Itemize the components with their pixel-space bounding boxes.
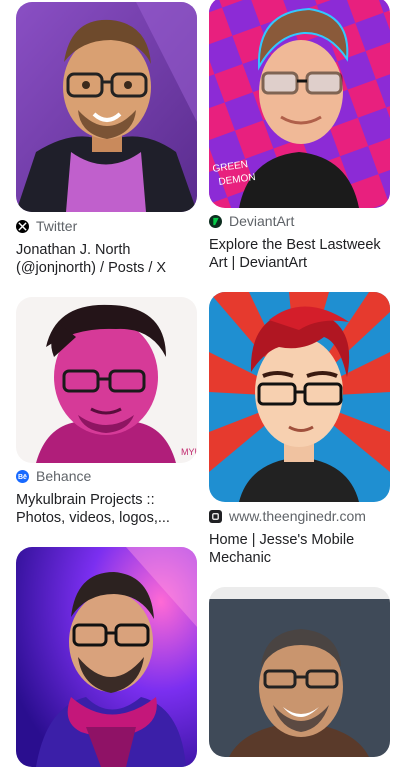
result-title-line: Explore the Best Lastweek (209, 237, 381, 253)
result-source-name: Twitter (36, 218, 78, 234)
result-thumbnail[interactable] (16, 547, 197, 767)
checkered-portrait-image: GREEN DEMON (209, 0, 390, 208)
result-title-line: Home | Jesse's Mobile (209, 532, 355, 548)
result-title-line: Mechanic (209, 550, 272, 566)
cartoon-portrait-image (16, 2, 197, 212)
svg-text:MYK: MYK (181, 447, 197, 457)
result-thumbnail[interactable]: MYK (16, 297, 197, 463)
sunburst-portrait-image (209, 292, 390, 502)
svg-text:Bē: Bē (18, 474, 27, 480)
result-title-line: Photos, videos, logos,... (16, 510, 170, 526)
x-logo-icon (16, 219, 29, 233)
result-thumbnail[interactable] (209, 292, 390, 502)
deviantart-logo-icon (209, 214, 222, 228)
result-source[interactable]: www.theenginedr.com (209, 507, 366, 525)
result-source-name: DeviantArt (229, 213, 295, 229)
result-title[interactable]: Home | Jesse's Mobile Mechanic (209, 531, 390, 567)
result-title[interactable]: Jonathan J. North (@jonjnorth) / Posts /… (16, 241, 197, 277)
smiling-man-portrait-image (209, 587, 390, 757)
result-thumbnail[interactable] (16, 2, 197, 212)
result-title[interactable]: Explore the Best Lastweek Art | DeviantA… (209, 236, 390, 272)
result-source[interactable]: Twitter (16, 217, 77, 235)
globe-site-icon (209, 509, 222, 523)
result-source-name: www.theenginedr.com (229, 508, 366, 524)
result-thumbnail[interactable]: GREEN DEMON (209, 0, 390, 208)
result-thumbnail[interactable] (209, 587, 390, 757)
result-title-line: (@jonjnorth) / Posts / X (16, 260, 167, 276)
result-title-line: Art | DeviantArt (209, 255, 308, 271)
result-title-line: Jonathan J. North (16, 242, 131, 258)
cartoon-scarf-portrait-image (16, 547, 197, 767)
result-source-name: Behance (36, 468, 92, 484)
result-title-line: Mykulbrain Projects :: (16, 492, 155, 508)
magenta-portrait-image: MYK (16, 297, 197, 463)
result-title[interactable]: Mykulbrain Projects :: Photos, videos, l… (16, 491, 197, 527)
result-source[interactable]: DeviantArt (209, 212, 294, 230)
result-source[interactable]: Bē Behance (16, 467, 91, 485)
behance-logo-icon: Bē (16, 469, 29, 483)
